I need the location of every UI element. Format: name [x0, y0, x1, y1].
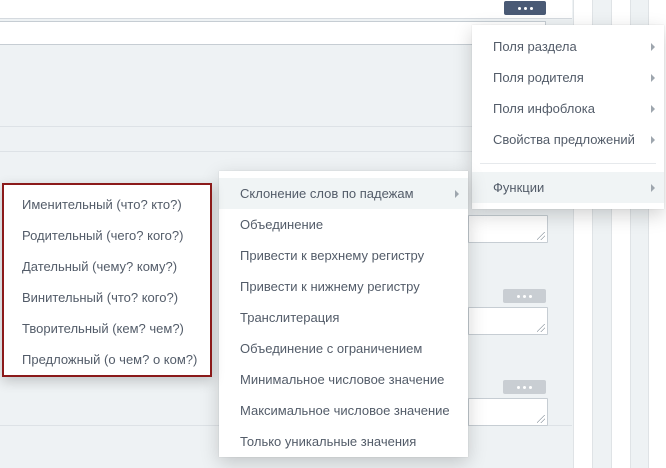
ellipsis-icon: [517, 6, 521, 10]
template-textarea[interactable]: [468, 398, 548, 426]
menu-item-label: Склонение слов по падежам: [240, 186, 414, 201]
menu-item-label: Родительный (чего? кого?): [22, 228, 184, 243]
menu-item-lower[interactable]: Привести к нижнему регистру: [219, 271, 468, 302]
menu-item-label: Максимальное числовое значение: [240, 403, 450, 418]
chevron-right-icon: [651, 136, 655, 144]
cases-submenu: Именительный (что? кто?) Родительный (че…: [2, 183, 212, 377]
menu-item-instrumental[interactable]: Творительный (кем? чем?): [4, 313, 210, 344]
menu-item-label: Только уникальные значения: [240, 434, 417, 449]
menu-item-label: Функции: [493, 180, 545, 195]
chevron-right-icon: [455, 190, 459, 198]
menu-item-label: Привести к верхнему регистру: [240, 248, 425, 263]
menu-item-word-declension[interactable]: Склонение слов по падежам: [219, 178, 468, 209]
chevron-right-icon: [651, 74, 655, 82]
menu-item-label: Свойства предложений: [493, 132, 635, 147]
menu-item-translit[interactable]: Транслитерация: [219, 302, 468, 333]
menu-item-label: Поля родителя: [493, 70, 584, 85]
insert-macro-button[interactable]: [504, 1, 546, 15]
menu-item-max[interactable]: Максимальное числовое значение: [219, 395, 468, 426]
menu-item-label: Минимальное числовое значение: [240, 372, 445, 387]
menu-item-nominative[interactable]: Именительный (что? кто?): [4, 189, 210, 220]
menu-item-min[interactable]: Минимальное числовое значение: [219, 364, 468, 395]
menu-item-label: Винительный (что? кого?): [22, 290, 179, 305]
menu-item-concat[interactable]: Объединение: [219, 209, 468, 240]
menu-item-functions[interactable]: Функции: [472, 172, 664, 203]
menu-item-upper[interactable]: Привести к верхнему регистру: [219, 240, 468, 271]
menu-item-label: Дательный (чему? кому?): [22, 259, 178, 274]
menu-item-label: Транслитерация: [240, 310, 340, 325]
insert-macro-button[interactable]: [503, 289, 546, 303]
template-textarea[interactable]: [468, 307, 548, 335]
resize-grip-icon[interactable]: [537, 232, 545, 240]
menu-item-prepositional[interactable]: Предложный (о чем? о ком?): [4, 344, 210, 375]
menu-item-iblock-fields[interactable]: Поля инфоблока: [472, 93, 664, 124]
template-input-row[interactable]: [0, 21, 546, 45]
menu-item-dative[interactable]: Дательный (чему? кому?): [4, 251, 210, 282]
menu-item-label: Именительный (что? кто?): [22, 197, 182, 212]
resize-grip-icon[interactable]: [537, 324, 545, 332]
form-top-area: [0, 0, 572, 19]
menu-item-label: Поля раздела: [493, 39, 577, 54]
template-textarea[interactable]: [468, 215, 548, 243]
menu-item-label: Предложный (о чем? о ком?): [22, 352, 198, 367]
fields-popup-menu: Поля раздела Поля родителя Поля инфоблок…: [472, 25, 664, 209]
functions-submenu: Склонение слов по падежам Объединение Пр…: [219, 171, 468, 457]
ellipsis-icon: [517, 385, 520, 389]
menu-item-accusative[interactable]: Винительный (что? кого?): [4, 282, 210, 313]
menu-item-limit[interactable]: Объединение с ограничением: [219, 333, 468, 364]
menu-item-label: Творительный (кем? чем?): [22, 321, 184, 336]
ellipsis-icon: [517, 294, 520, 298]
menu-separator: [480, 163, 656, 164]
chevron-right-icon: [651, 43, 655, 51]
menu-item-label: Объединение с ограничением: [240, 341, 423, 356]
resize-grip-icon[interactable]: [537, 415, 545, 423]
menu-item-genitive[interactable]: Родительный (чего? кого?): [4, 220, 210, 251]
menu-item-distinct[interactable]: Только уникальные значения: [219, 426, 468, 457]
menu-item-offer-properties[interactable]: Свойства предложений: [472, 124, 664, 155]
insert-macro-button[interactable]: [503, 380, 546, 394]
chevron-right-icon: [651, 184, 655, 192]
menu-item-parent-fields[interactable]: Поля родителя: [472, 62, 664, 93]
menu-item-section-fields[interactable]: Поля раздела: [472, 31, 664, 62]
menu-item-label: Поля инфоблока: [493, 101, 595, 116]
menu-item-label: Привести к нижнему регистру: [240, 279, 420, 294]
menu-item-label: Объединение: [240, 217, 324, 232]
chevron-right-icon: [651, 105, 655, 113]
